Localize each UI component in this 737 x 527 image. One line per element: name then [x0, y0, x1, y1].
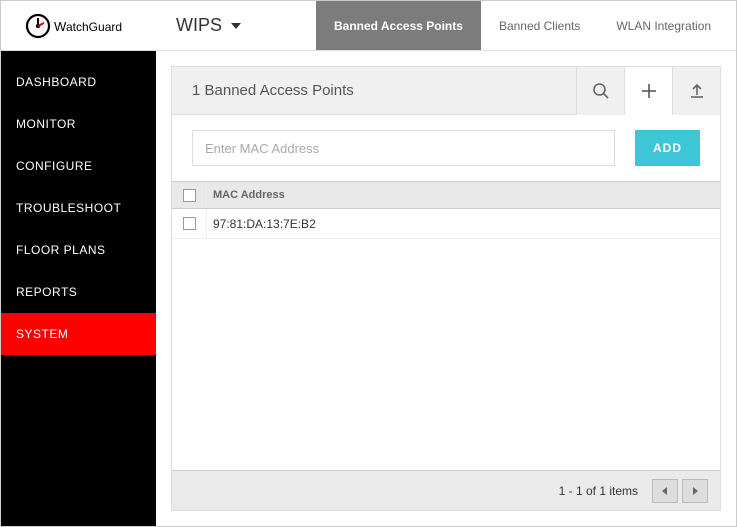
search-icon [592, 82, 610, 100]
sidebar-item-monitor[interactable]: MONITOR [1, 103, 156, 145]
add-row: ADD [172, 115, 720, 181]
tab-wlan-integration[interactable]: WLAN Integration [598, 1, 729, 50]
sidebar-item-reports[interactable]: REPORTS [1, 271, 156, 313]
select-all-cell[interactable] [172, 189, 206, 202]
upload-button[interactable] [672, 67, 720, 115]
sidebar: W atchGuard DASHBOARD MONITOR CONFIGURE … [1, 1, 156, 526]
column-mac-address[interactable]: MAC Address [207, 189, 285, 201]
sidebar-nav: DASHBOARD MONITOR CONFIGURE TROUBLESHOOT… [1, 51, 156, 355]
row-checkbox[interactable] [183, 217, 196, 230]
table: MAC Address 97:81:DA:13:7E:B2 1 - 1 of 1… [172, 181, 720, 510]
sidebar-item-configure[interactable]: CONFIGURE [1, 145, 156, 187]
search-button[interactable] [576, 67, 624, 115]
prev-page-button[interactable] [652, 479, 678, 503]
add-panel-button[interactable] [624, 67, 672, 115]
row-mac-value: 97:81:DA:13:7E:B2 [207, 217, 316, 231]
table-body: 97:81:DA:13:7E:B2 [172, 209, 720, 470]
app-root: W atchGuard DASHBOARD MONITOR CONFIGURE … [0, 0, 737, 527]
mac-address-input[interactable] [192, 130, 615, 166]
select-all-checkbox[interactable] [183, 189, 196, 202]
section-label-text: WIPS [176, 15, 222, 36]
row-checkbox-cell[interactable] [172, 217, 206, 230]
topbar: WIPS Banned Access Points Banned Clients… [156, 1, 736, 51]
chevron-left-icon [660, 486, 670, 496]
table-header: MAC Address [172, 181, 720, 209]
pager [652, 479, 708, 503]
table-row[interactable]: 97:81:DA:13:7E:B2 [172, 209, 720, 239]
brand-logo: W atchGuard [1, 1, 156, 51]
caret-down-icon [228, 18, 244, 34]
add-button[interactable]: ADD [635, 130, 700, 166]
sidebar-item-system[interactable]: SYSTEM [1, 313, 156, 355]
table-footer: 1 - 1 of 1 items [172, 470, 720, 510]
sidebar-item-troubleshoot[interactable]: TROUBLESHOOT [1, 187, 156, 229]
main-area: WIPS Banned Access Points Banned Clients… [156, 1, 736, 526]
content: 1 Banned Access Points [156, 51, 736, 526]
next-page-button[interactable] [682, 479, 708, 503]
panel: 1 Banned Access Points [171, 66, 721, 511]
tab-banned-access-points[interactable]: Banned Access Points [316, 1, 481, 50]
upload-icon [688, 82, 706, 100]
panel-title: 1 Banned Access Points [172, 82, 576, 99]
tabs: Banned Access Points Banned Clients WLAN… [316, 1, 736, 50]
chevron-right-icon [690, 486, 700, 496]
tab-banned-clients[interactable]: Banned Clients [481, 1, 598, 50]
section-dropdown[interactable]: WIPS [156, 1, 316, 50]
sidebar-item-dashboard[interactable]: DASHBOARD [1, 61, 156, 103]
watchguard-logo-icon: W atchGuard [24, 12, 134, 40]
svg-text:atchGuard: atchGuard [66, 20, 122, 34]
pagination-status: 1 - 1 of 1 items [559, 484, 638, 498]
sidebar-item-floor-plans[interactable]: FLOOR PLANS [1, 229, 156, 271]
panel-header: 1 Banned Access Points [172, 67, 720, 115]
plus-icon [640, 82, 658, 100]
